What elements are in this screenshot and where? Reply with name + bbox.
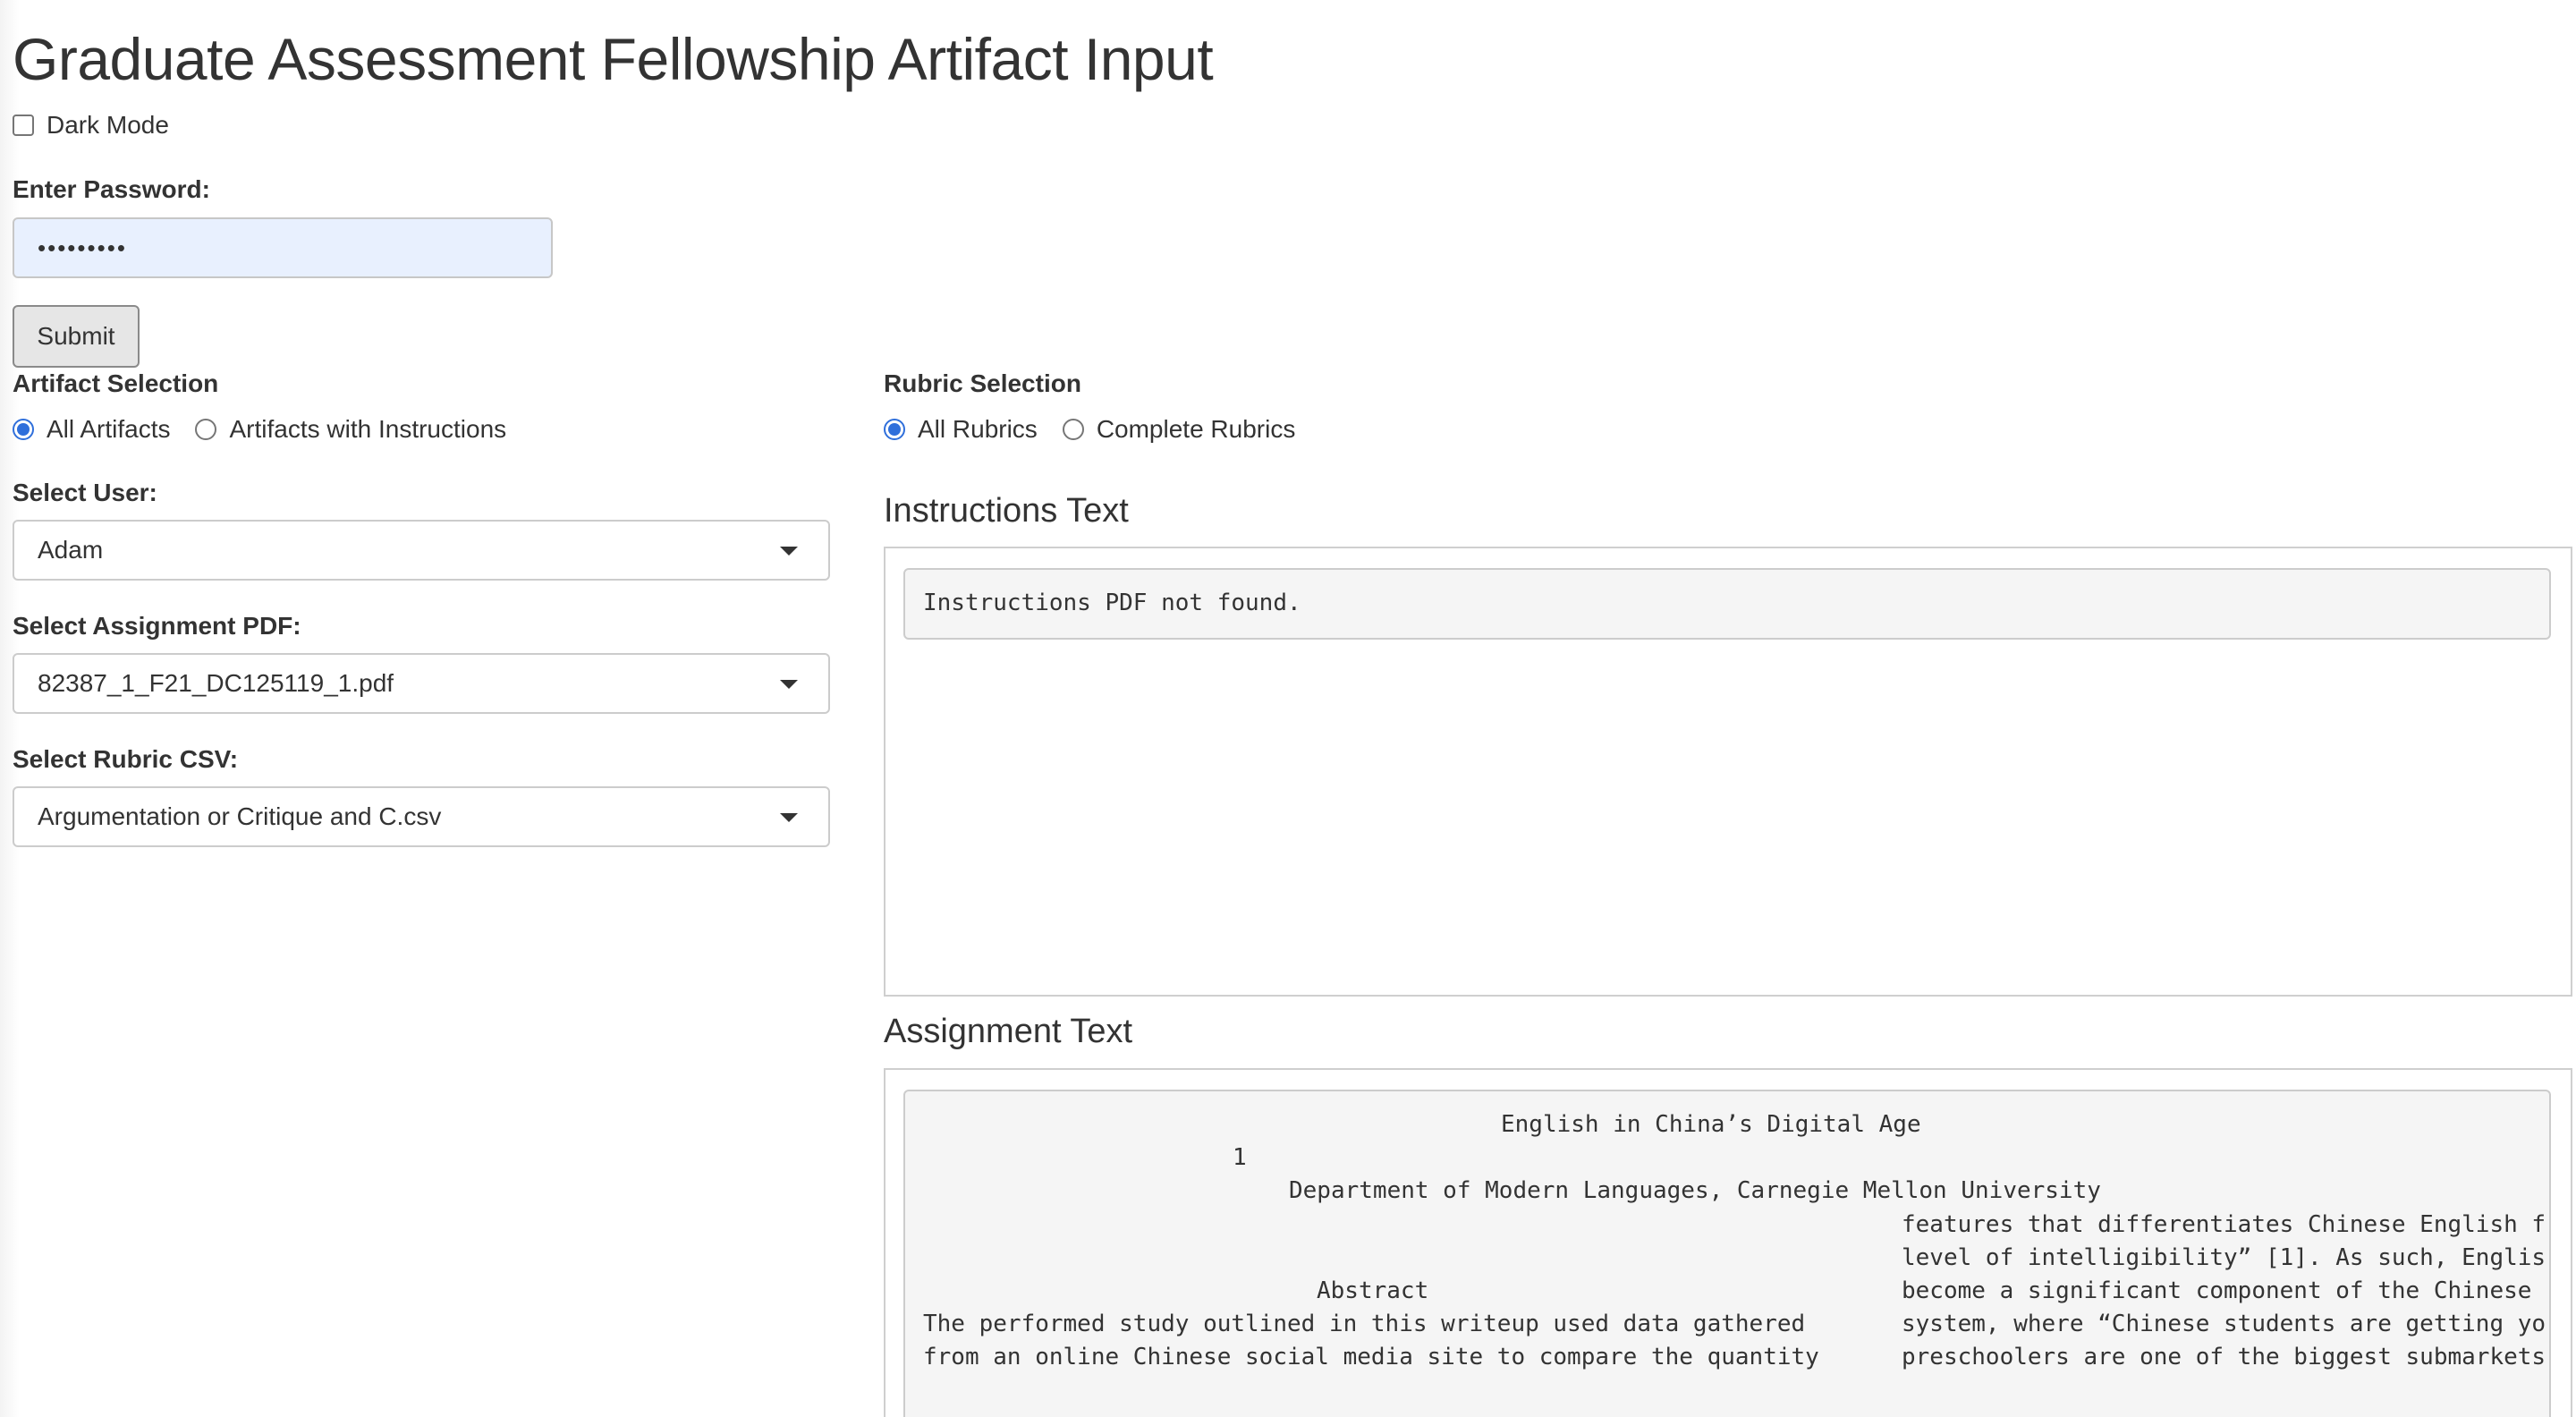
radio-all-rubrics-label: All Rubrics [918,415,1038,443]
radio-all-artifacts-dot[interactable] [13,419,34,440]
chevron-down-icon [780,813,798,822]
select-user-dropdown[interactable]: Adam [13,520,830,581]
select-assignment-label: Select Assignment PDF: [13,612,301,640]
submit-button[interactable]: Submit [13,305,140,368]
rubric-selection-label: Rubric Selection [884,369,1081,397]
assignment-col1-line: from an online Chinese social media site… [923,1344,1819,1370]
assignment-title-line: English in China’s Digital Age [1501,1111,1921,1138]
radio-complete-rubrics-label: Complete Rubrics [1096,415,1296,443]
select-user-value: Adam [38,536,104,564]
assignment-superscript-line: 1 [1233,1144,1247,1171]
rubric-selection-group: All Rubrics Complete Rubrics [884,415,1320,444]
radio-artifacts-with-instructions-dot[interactable] [195,419,217,440]
assignment-col2-line: preschoolers are one of the biggest subm… [1902,1344,2546,1370]
assignment-affiliation-line: Department of Modern Languages, Carnegie… [1289,1177,2101,1204]
radio-all-rubrics-dot[interactable] [884,419,905,440]
radio-artifacts-with-instructions[interactable]: Artifacts with Instructions [195,415,506,444]
chevron-down-icon [780,680,798,689]
instructions-heading: Instructions Text [884,492,1129,530]
assignment-abstract-heading: Abstract [1317,1277,1429,1304]
select-assignment-value: 82387_1_F21_DC125119_1.pdf [38,669,394,697]
assignment-col1-line: The performed study outlined in this wri… [923,1311,1806,1337]
instructions-panel[interactable]: Instructions PDF not found. [884,547,2572,997]
artifact-selection-group: All Artifacts Artifacts with Instruction… [13,415,531,444]
app-page: Graduate Assessment Fellowship Artifact … [0,0,2576,1417]
assignment-heading: Assignment Text [884,1013,1133,1050]
select-rubric-label: Select Rubric CSV: [13,745,239,773]
chevron-down-icon [780,547,798,556]
assignment-panel[interactable]: English in China’s Digital Age 1 Departm… [884,1068,2572,1417]
page-title: Graduate Assessment Fellowship Artifact … [13,26,1214,92]
dark-mode-checkbox[interactable] [13,115,34,136]
radio-complete-rubrics-dot[interactable] [1062,419,1084,440]
radio-all-artifacts[interactable]: All Artifacts [13,415,170,444]
radio-complete-rubrics[interactable]: Complete Rubrics [1062,415,1296,444]
radio-all-rubrics[interactable]: All Rubrics [884,415,1038,444]
select-user-label: Select User: [13,479,157,506]
select-rubric-value: Argumentation or Critique and C.csv [38,802,442,830]
assignment-text: English in China’s Digital Age 1 Departm… [903,1090,2551,1417]
artifact-selection-label: Artifact Selection [13,369,219,397]
radio-all-artifacts-label: All Artifacts [47,415,171,443]
select-rubric-dropdown[interactable]: Argumentation or Critique and C.csv [13,786,830,847]
assignment-col2-line: features that differentiates Chinese Eng… [1902,1211,2546,1238]
assignment-col2-line: system, where “Chinese students are gett… [1902,1311,2546,1337]
assignment-col2-line: level of intelligibility” [1]. As such, … [1902,1244,2546,1271]
assignment-col2-line: become a significant component of the Ch… [1902,1277,2532,1304]
password-label: Enter Password: [13,175,210,203]
radio-artifacts-with-instructions-label: Artifacts with Instructions [229,415,507,443]
select-assignment-dropdown[interactable]: 82387_1_F21_DC125119_1.pdf [13,653,830,714]
dark-mode-label: Dark Mode [47,111,169,139]
instructions-text: Instructions PDF not found. [903,568,2551,640]
dark-mode-toggle[interactable]: Dark Mode [13,111,169,140]
password-input[interactable]: ••••••••• [13,217,553,278]
